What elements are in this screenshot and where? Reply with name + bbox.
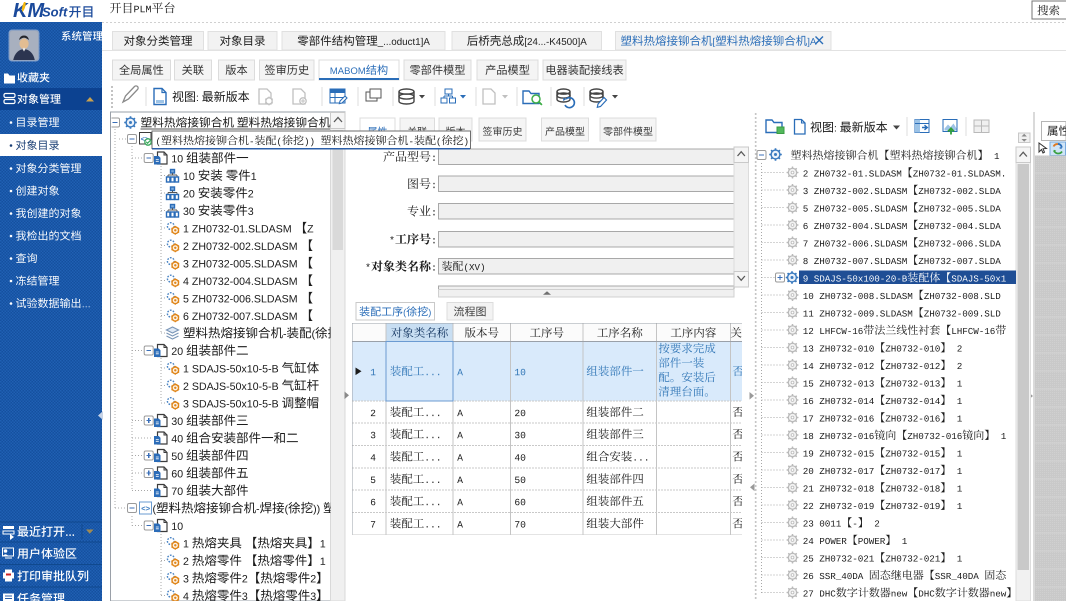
svg-text:KM: KM bbox=[13, 0, 45, 22]
svg-text:Soft: Soft bbox=[42, 5, 68, 20]
